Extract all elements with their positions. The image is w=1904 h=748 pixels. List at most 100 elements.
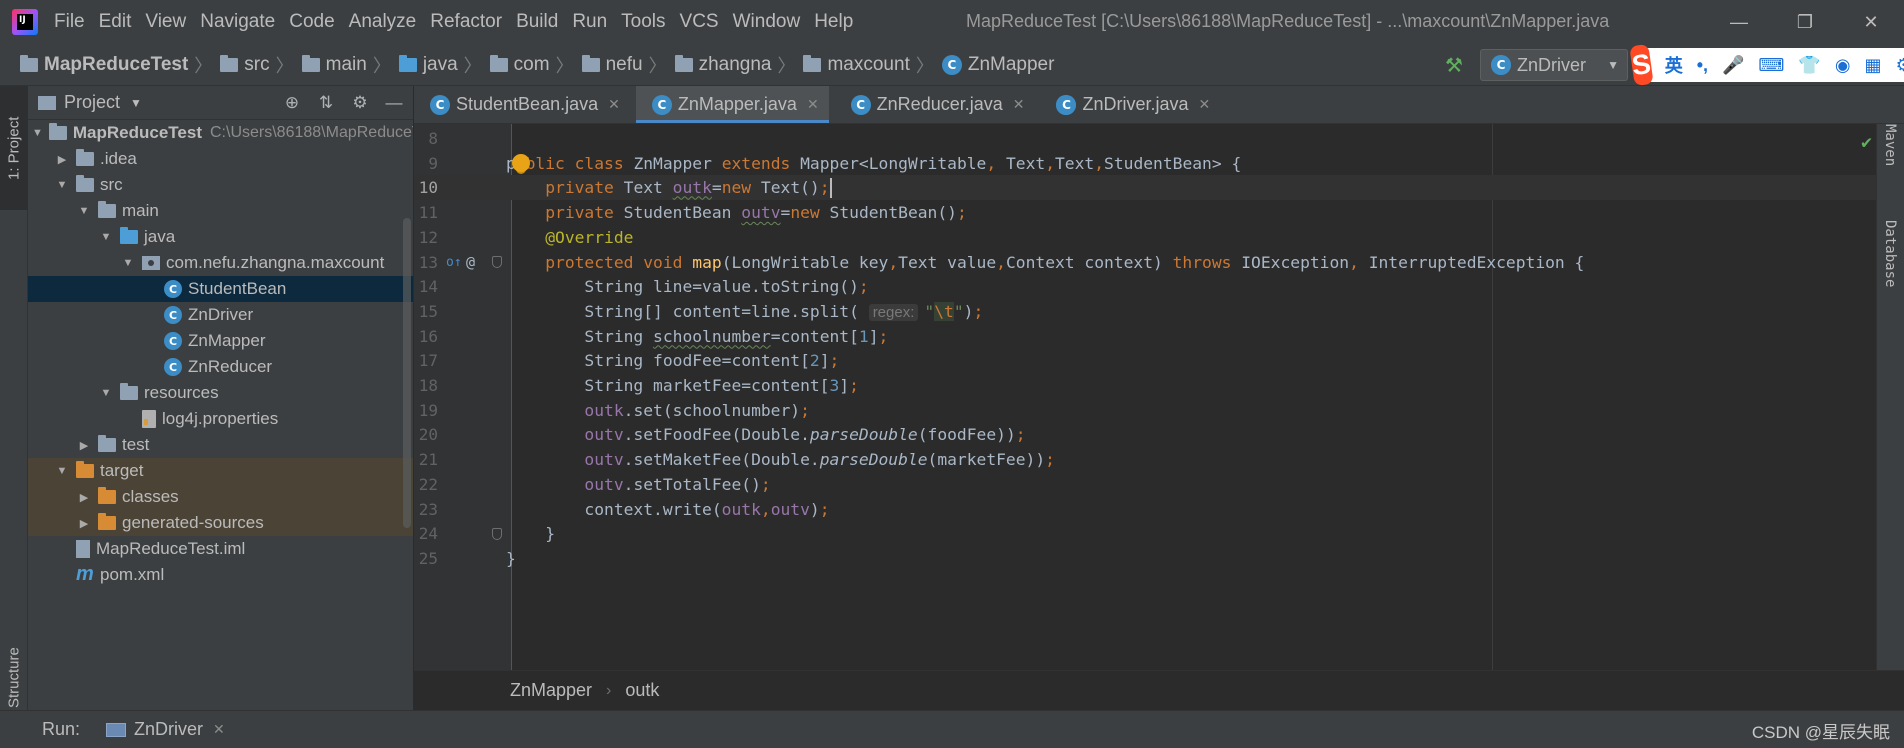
chevron-down-icon[interactable]: ▼: [32, 127, 43, 139]
code-line[interactable]: 25}: [414, 546, 1904, 571]
locate-file-icon[interactable]: ⊕: [281, 92, 303, 114]
tab-znreducer-java[interactable]: C ZnReducer.java ✕: [835, 86, 1035, 123]
tree-item-log4j-properties[interactable]: ▶log4j.properties: [28, 406, 413, 432]
build-hammer-icon[interactable]: ⚒: [1444, 55, 1464, 77]
minimize-button[interactable]: —: [1706, 0, 1772, 44]
tree-item-mapreducetest[interactable]: ▼ MapReduceTest C:\Users\86188\MapReduceTe: [28, 120, 413, 146]
code-line[interactable]: 13 protected void map(LongWritable key,T…: [414, 250, 1904, 275]
tree-item-znmapper[interactable]: ▶CZnMapper: [28, 328, 413, 354]
run-tab-zndriver[interactable]: ZnDriver ✕: [106, 719, 225, 740]
restore-button[interactable]: ❐: [1772, 0, 1838, 44]
menu-code[interactable]: Code: [283, 11, 340, 33]
fold-marker-icon[interactable]: [492, 256, 502, 268]
close-icon[interactable]: ✕: [213, 721, 225, 738]
project-panel-title[interactable]: Project: [64, 92, 120, 113]
hide-panel-icon[interactable]: —: [383, 92, 405, 114]
close-icon[interactable]: ✕: [1013, 96, 1025, 113]
breadcrumb-item-nefu[interactable]: 〉 nefu: [550, 52, 643, 78]
project-tool-window-tab[interactable]: 1: Project: [0, 86, 28, 210]
tree-item-target[interactable]: ▼ target: [28, 458, 413, 484]
code-line[interactable]: 21 outv.setMaketFee(Double.parseDouble(m…: [414, 447, 1904, 472]
chevron-down-icon[interactable]: ▼: [76, 205, 92, 217]
editor-breadcrumb-class[interactable]: ZnMapper: [510, 680, 592, 701]
code-line[interactable]: 23 context.write(outk,outv);: [414, 497, 1904, 522]
code-line[interactable]: 17 String foodFee=content[2];: [414, 348, 1904, 373]
close-icon[interactable]: ✕: [807, 96, 819, 113]
project-panel-scrollbar[interactable]: [403, 218, 411, 528]
breadcrumb-item-src[interactable]: 〉 src: [188, 52, 269, 78]
close-icon[interactable]: ✕: [1199, 96, 1211, 113]
chevron-down-icon[interactable]: ▼: [54, 465, 70, 477]
gear-icon[interactable]: ⚙: [349, 92, 371, 114]
menu-edit[interactable]: Edit: [93, 11, 138, 33]
menu-window[interactable]: Window: [727, 11, 807, 33]
code-line[interactable]: 10 private Text outk=new Text();: [414, 175, 1904, 201]
code-line[interactable]: 15 String[] content=line.split( regex: "\…: [414, 299, 1904, 324]
database-tool-window-tab[interactable]: Database: [1882, 220, 1898, 287]
menu-vcs[interactable]: VCS: [674, 11, 725, 33]
editor-breadcrumb-member[interactable]: outk: [625, 680, 659, 701]
chevron-right-icon[interactable]: ▶: [76, 439, 92, 452]
menu-analyze[interactable]: Analyze: [343, 11, 423, 33]
maven-tool-window-tab[interactable]: Maven: [1882, 124, 1898, 166]
close-button[interactable]: ✕: [1838, 0, 1904, 44]
breadcrumb-project[interactable]: MapReduceTest: [14, 54, 188, 76]
breadcrumb-item-java[interactable]: 〉 java: [367, 52, 458, 78]
menu-run[interactable]: Run: [566, 11, 613, 33]
tree-item-src[interactable]: ▼ src: [28, 172, 413, 198]
chevron-down-icon[interactable]: ▼: [120, 257, 136, 269]
structure-tool-window-tab[interactable]: Structure: [0, 646, 28, 710]
menu-build[interactable]: Build: [510, 11, 564, 33]
close-icon[interactable]: ✕: [608, 96, 620, 113]
code-line[interactable]: 12 @Override: [414, 225, 1904, 250]
chevron-down-icon[interactable]: ▼: [98, 387, 114, 399]
chevron-right-icon[interactable]: ▶: [76, 491, 92, 504]
tree-item-mapreducetest-iml[interactable]: ▶MapReduceTest.iml: [28, 536, 413, 562]
tab-studentbean-java[interactable]: C StudentBean.java ✕: [414, 86, 630, 123]
code-line[interactable]: 9 public class ZnMapper extends Mapper<Lo…: [414, 151, 1904, 176]
tree-item-java[interactable]: ▼ java: [28, 224, 413, 250]
collapse-all-icon[interactable]: ⇅: [315, 92, 337, 114]
tab-zndriver-java[interactable]: C ZnDriver.java ✕: [1040, 86, 1220, 123]
ime-language-toggle[interactable]: 英: [1665, 52, 1683, 78]
menu-tools[interactable]: Tools: [615, 11, 671, 33]
annotation-icon[interactable]: @: [466, 253, 475, 271]
breadcrumb-item-maxcount[interactable]: 〉 maxcount: [771, 52, 909, 78]
microphone-icon[interactable]: 🎤: [1722, 55, 1744, 76]
fold-marker-icon[interactable]: [492, 527, 502, 540]
chevron-down-icon[interactable]: ▼: [130, 96, 142, 110]
menu-file[interactable]: File: [48, 11, 91, 33]
tree-item-classes[interactable]: ▶ classes: [28, 484, 413, 510]
code-line[interactable]: 8: [414, 126, 1904, 151]
chevron-down-icon[interactable]: ▼: [98, 231, 114, 243]
tree-item-resources[interactable]: ▼ resources: [28, 380, 413, 406]
code-line[interactable]: 16 String schoolnumber=content[1];: [414, 324, 1904, 349]
intention-bulb-icon[interactable]: [512, 153, 530, 172]
tree-item-zndriver[interactable]: ▶CZnDriver: [28, 302, 413, 328]
breadcrumb-file[interactable]: 〉 C ZnMapper: [910, 52, 1055, 78]
menu-refactor[interactable]: Refactor: [424, 11, 508, 33]
sogou-logo-icon[interactable]: S: [1629, 43, 1654, 87]
tree-item-studentbean[interactable]: ▶CStudentBean: [28, 276, 413, 302]
tree-item-pom-xml[interactable]: ▶mpom.xml: [28, 562, 413, 588]
chevron-right-icon[interactable]: ▶: [54, 153, 70, 166]
menu-navigate[interactable]: Navigate: [194, 11, 281, 33]
inspection-ok-check-icon[interactable]: ✔: [1861, 132, 1872, 153]
code-line[interactable]: 18 String marketFee=content[3];: [414, 373, 1904, 398]
menu-view[interactable]: View: [139, 11, 192, 33]
breadcrumb-item-com[interactable]: 〉 com: [458, 52, 550, 78]
code-line[interactable]: 20 outv.setFoodFee(Double.parseDouble(fo…: [414, 422, 1904, 447]
ime-punctuation-toggle[interactable]: •,: [1697, 55, 1708, 76]
tree-item-znreducer[interactable]: ▶CZnReducer: [28, 354, 413, 380]
breadcrumb-item-main[interactable]: 〉 main: [270, 52, 367, 78]
tree-item--idea[interactable]: ▶ .idea: [28, 146, 413, 172]
code-line[interactable]: 11 private StudentBean outv=new StudentB…: [414, 200, 1904, 225]
override-method-icon[interactable]: o↑: [446, 255, 462, 270]
tree-item-test[interactable]: ▶ test: [28, 432, 413, 458]
code-area[interactable]: 8 9 public class ZnMapper extends Mapper<L…: [414, 124, 1904, 670]
code-line[interactable]: 24 }: [414, 521, 1904, 546]
tree-item-main[interactable]: ▼ main: [28, 198, 413, 224]
tree-item-generated-sources[interactable]: ▶ generated-sources: [28, 510, 413, 536]
code-line[interactable]: 19 outk.set(schoolnumber);: [414, 398, 1904, 423]
ime-settings-icon[interactable]: ⚙: [1896, 55, 1904, 76]
